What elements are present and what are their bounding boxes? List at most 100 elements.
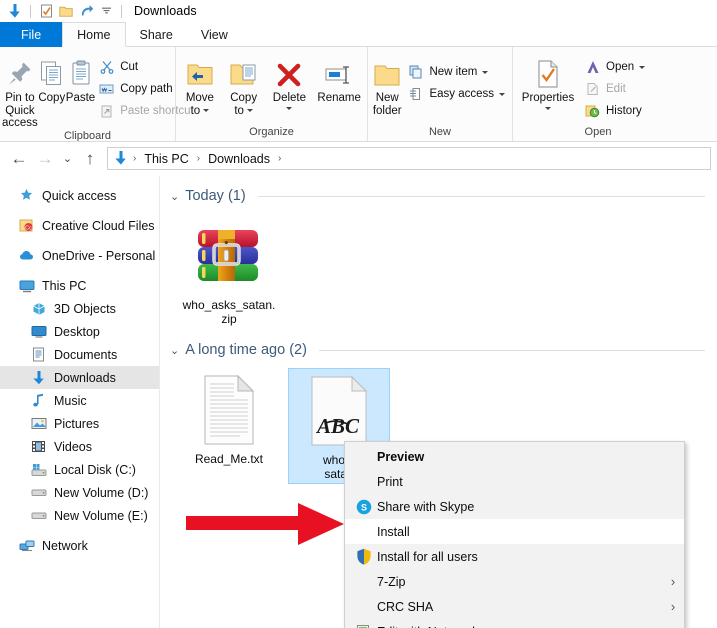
sidebar-item-new-volume-d[interactable]: New Volume (D:): [0, 481, 159, 504]
nav-spacer-4: [0, 527, 159, 534]
network-icon: [18, 537, 35, 554]
onedrive-cloud-icon: [18, 247, 35, 264]
sidebar-label-videos: Videos: [54, 439, 92, 454]
history-button[interactable]: History: [581, 100, 650, 122]
new-item-label: New item: [429, 66, 478, 78]
recent-locations-chevron-icon[interactable]: ⌄: [58, 146, 77, 172]
context-menu[interactable]: Preview Print S Share with Skype Install…: [344, 441, 685, 628]
paste-shortcut-icon: [98, 104, 115, 118]
paste-button[interactable]: Paste: [66, 52, 95, 105]
sidebar-label-pictures: Pictures: [54, 416, 100, 431]
sidebar-item-network[interactable]: Network: [0, 534, 159, 557]
chevron-down-icon-4: [482, 70, 489, 74]
chevron-down-icon-group-today[interactable]: ⌄: [170, 190, 179, 203]
breadcrumb-downloads[interactable]: Downloads: [205, 152, 273, 166]
pin-icon: [6, 55, 34, 89]
group-header-rule-old: [318, 349, 705, 351]
new-small-buttons: New item Easy access: [404, 52, 510, 105]
easy-access-button[interactable]: Easy access: [404, 83, 510, 105]
move-to-icon: [185, 55, 215, 89]
sidebar-item-new-volume-e[interactable]: New Volume (E:): [0, 504, 159, 527]
sidebar-item-creative-cloud-files[interactable]: Cc Creative Cloud Files: [0, 214, 159, 237]
pin-to-quick-access-label-2: access: [2, 117, 38, 129]
sidebar-item-documents[interactable]: Documents: [0, 343, 159, 366]
tab-share[interactable]: Share: [126, 22, 187, 47]
sidebar-item-quick-access[interactable]: Quick access: [0, 184, 159, 207]
sidebar-label-local-disk-c: Local Disk (C:): [54, 462, 136, 477]
context-menu-item-print[interactable]: Print: [345, 469, 684, 494]
context-menu-label-edit-with-notepad-plus-plus: Edit with Notepad++: [377, 625, 684, 628]
sidebar-item-local-disk-c[interactable]: Local Disk (C:): [0, 458, 159, 481]
copy-path-icon: [98, 83, 115, 95]
file-tile-who-asks-satan-zip[interactable]: who_asks_satan.zip: [178, 214, 280, 328]
downloads-arrow-icon[interactable]: [5, 2, 25, 20]
properties-button[interactable]: Properties: [515, 52, 581, 110]
context-menu-item-install-for-all-users[interactable]: Install for all users: [345, 544, 684, 569]
creative-cloud-icon: Cc: [18, 217, 35, 234]
breadcrumb-this-pc[interactable]: This PC: [141, 152, 191, 166]
tab-file[interactable]: File: [0, 22, 63, 47]
desktop-icon: [30, 323, 47, 340]
context-menu-item-7-zip[interactable]: 7-Zip ›: [345, 569, 684, 594]
move-to-button[interactable]: Move to: [178, 52, 222, 117]
context-menu-label-share-with-skype: Share with Skype: [377, 499, 475, 514]
group-header-a-long-time-ago-label: A long time ago (2): [185, 342, 307, 358]
customize-chevron-icon[interactable]: [96, 2, 116, 20]
videos-icon: [30, 438, 47, 455]
group-header-today[interactable]: ⌄ Today (1): [160, 184, 717, 208]
new-item-button[interactable]: New item: [404, 61, 510, 83]
edit-button[interactable]: Edit: [581, 78, 650, 100]
svg-text:Cc: Cc: [25, 226, 32, 232]
file-name-who-asks-satan-zip: who_asks_satan.zip: [182, 298, 276, 326]
pin-to-quick-access-button[interactable]: Pin to Quick access: [2, 52, 38, 130]
back-arrow-icon[interactable]: ←: [6, 146, 32, 172]
delete-button[interactable]: Delete: [266, 52, 314, 110]
new-folder-button[interactable]: New folder: [370, 52, 404, 117]
forward-arrow-icon[interactable]: →: [32, 146, 58, 172]
sidebar-item-downloads[interactable]: Downloads: [0, 366, 159, 389]
chevron-down-icon-group-old[interactable]: ⌄: [170, 344, 179, 357]
skype-icon: S: [351, 499, 377, 515]
pin-to-quick-access-label-1: Pin to Quick: [5, 92, 35, 117]
open-button[interactable]: Open: [581, 56, 650, 78]
new-item-icon: [407, 65, 424, 79]
up-arrow-icon[interactable]: ↑: [77, 146, 103, 172]
file-name-read-me-txt: Read_Me.txt: [194, 452, 264, 466]
redo-icon[interactable]: [76, 2, 96, 20]
move-to-label-2: to: [190, 104, 201, 117]
sidebar-item-music[interactable]: Music: [0, 389, 159, 412]
tab-home[interactable]: Home: [62, 22, 126, 47]
copy-to-label-2: to: [234, 104, 244, 117]
new-folder-icon[interactable]: [56, 2, 76, 20]
sidebar-item-this-pc[interactable]: This PC: [0, 274, 159, 297]
sidebar-label-3d-objects: 3D Objects: [54, 301, 116, 316]
group-header-a-long-time-ago[interactable]: ⌄ A long time ago (2): [160, 338, 717, 362]
sidebar-item-onedrive-personal[interactable]: OneDrive - Personal: [0, 244, 159, 267]
text-file-icon: [194, 372, 264, 448]
file-tile-read-me-txt[interactable]: Read_Me.txt: [178, 368, 280, 484]
context-menu-item-share-with-skype[interactable]: S Share with Skype: [345, 494, 684, 519]
sidebar-item-desktop[interactable]: Desktop: [0, 320, 159, 343]
font-file-icon: ABC: [304, 373, 374, 449]
sidebar-label-quick-access: Quick access: [42, 188, 117, 203]
context-menu-item-preview[interactable]: Preview: [345, 444, 684, 469]
sidebar-item-3d-objects[interactable]: 3D Objects: [0, 297, 159, 320]
rename-button[interactable]: Rename: [313, 52, 365, 105]
copy-button[interactable]: Copy: [38, 52, 66, 105]
context-menu-item-crc-sha[interactable]: CRC SHA ›: [345, 594, 684, 619]
sidebar-item-videos[interactable]: Videos: [0, 435, 159, 458]
chevron-down-icon-2: [246, 109, 253, 113]
copy-to-button[interactable]: Copy to: [222, 52, 266, 117]
sidebar-label-new-volume-e: New Volume (E:): [54, 508, 148, 523]
properties-check-icon[interactable]: [36, 2, 56, 20]
submenu-arrow-icon-crc-sha: ›: [670, 599, 676, 614]
navigation-pane: Quick access Cc Creative Cloud Files One…: [0, 176, 160, 628]
tab-view[interactable]: View: [187, 22, 242, 47]
context-menu-label-preview: Preview: [377, 449, 425, 464]
breadcrumb[interactable]: › This PC › Downloads ›: [107, 147, 711, 170]
context-menu-item-edit-with-notepad-plus-plus[interactable]: Edit with Notepad++: [345, 619, 684, 628]
nav-spacer-3: [0, 267, 159, 274]
sidebar-item-pictures[interactable]: Pictures: [0, 412, 159, 435]
context-menu-item-install[interactable]: Install: [345, 519, 684, 544]
paste-label: Paste: [65, 92, 96, 104]
